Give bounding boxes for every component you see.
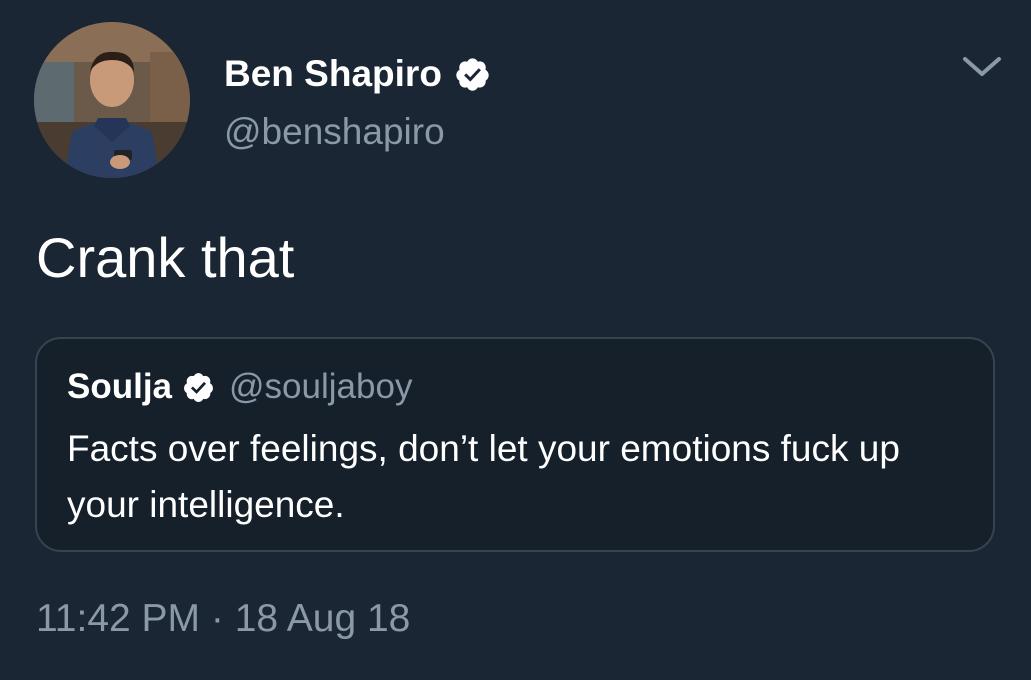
quoted-author-handle: @souljaboy [229,367,413,406]
tweet: Ben Shapiro @benshapiro Crank that Soulj… [0,0,1031,680]
quoted-tweet-text: Facts over feelings, don’t let your emot… [67,428,900,525]
quoted-author-name: Soulja [67,367,173,406]
avatar[interactable] [34,22,190,178]
verified-badge-icon [184,372,213,402]
quoted-tweet-header: Soulja @souljaboy [67,365,412,409]
author-name-row[interactable]: Ben Shapiro [224,52,491,96]
author-display-name[interactable]: Ben Shapiro [224,52,442,96]
chevron-down-icon[interactable] [961,55,1003,79]
tweet-timestamp[interactable]: 11:42 PM · 18 Aug 18 [36,594,410,644]
verified-badge-icon [456,57,489,91]
quoted-tweet[interactable]: Soulja @souljaboy Facts over feelings, d… [35,337,995,552]
author-handle[interactable]: @benshapiro [224,110,445,154]
avatar-image [34,22,190,178]
tweet-text: Crank that [36,226,295,289]
